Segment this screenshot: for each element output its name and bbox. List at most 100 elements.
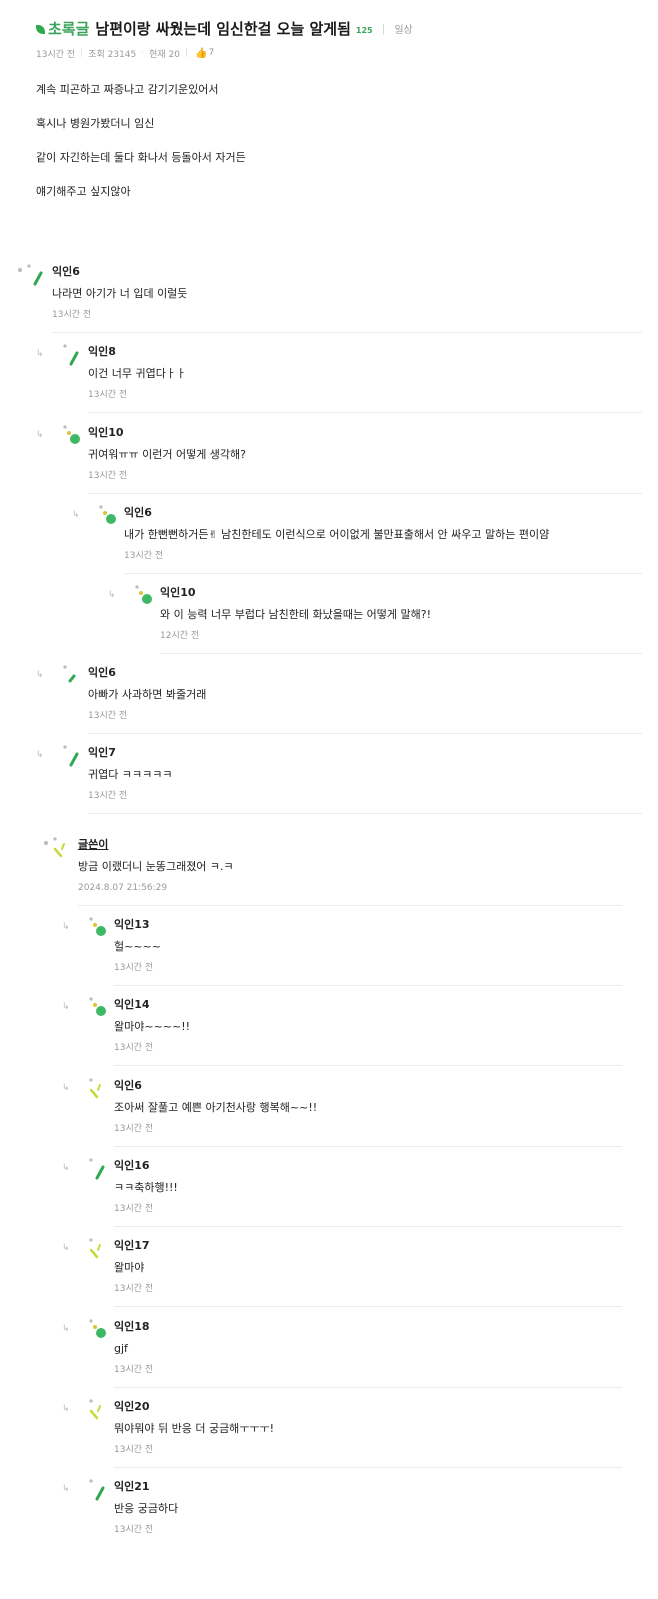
body-line: 혹시나 병원가봤더니 임신 [36,117,155,130]
comment-time: 12시간 전 [160,631,200,641]
avatar[interactable] [60,343,82,367]
reply-arrow-icon: ↳ [108,590,116,600]
comment-text: 아빠가 사과하면 봐줄거래 [88,688,207,701]
avatar[interactable] [50,836,72,860]
reply-arrow-icon: ↳ [62,1083,70,1093]
comment: 익인6 내가 한뻔뻔하거든✌ 남친한테도 이런식으로 어이없게 불만표출해서 안 … [124,506,549,562]
post-header: 초록글 남편이랑 싸웠는데 임신한걸 오늘 알게됨 125 | 일상 13시간 … [36,14,646,60]
comment-author[interactable]: 익인13 [114,918,161,932]
comment-divider [114,1467,622,1468]
avatar[interactable] [86,996,108,1020]
avatar[interactable] [96,504,118,528]
comment-author[interactable]: 익인21 [114,1480,178,1494]
comment-divider [52,332,642,333]
comment: 익인10 와 이 능력 너무 부럽다 남친한테 화났을때는 어떻게 말해?! 12시… [160,586,431,642]
comment-time: 13시간 전 [52,310,92,320]
avatar[interactable] [132,584,154,608]
comment: 익인8 이건 너무 귀엽다ㅏㅏ 13시간 전 [88,345,186,401]
divider: | [80,48,84,58]
reply-arrow-icon: ↳ [62,1002,70,1012]
divider: | [185,48,189,58]
reply-arrow-icon: ↳ [72,510,80,520]
current-viewers: 현재 20 [149,49,181,60]
comment-author[interactable]: 익인6 [88,666,206,680]
comment-text: 헐~~~~ [114,940,161,953]
comment-text: 반응 궁금하다 [114,1502,179,1515]
avatar[interactable] [86,1077,108,1101]
comment: 익인16 ㅋㅋ축하행!!! 13시간 전 [114,1159,178,1215]
comment-time: 13시간 전 [114,1445,154,1455]
op-comment: 글쓴이방금 이랬더니 눈똥그래졌어 ㅋ.ㅋ 2024.8.07 21:56:29 [78,838,234,894]
comment-author[interactable]: 익인10 [160,586,431,600]
comment-text: 귀엽다 ㅋㅋㅋㅋㅋ [88,768,173,781]
comment-divider [88,493,642,494]
comment-divider [88,412,642,413]
comment: 익인6 조아써 잘풀고 예쁜 아기천사랑 행복해~~!! 13시간 전 [114,1079,317,1135]
avatar[interactable] [60,664,82,688]
avatar[interactable] [86,1478,108,1502]
view-count: 조회 23145 [88,49,137,60]
comment-time: 13시간 전 [88,711,128,721]
comment-author[interactable]: 익인8 [88,345,186,359]
reply-arrow-icon: ↳ [62,922,70,932]
thumbs-up-icon[interactable]: 👍 [195,48,207,59]
comment-author[interactable]: 익인7 [88,746,172,760]
thread-bullet-icon [44,841,48,845]
avatar[interactable] [86,916,108,940]
category-label[interactable]: 일상 [394,21,412,36]
comment: 익인7 귀엽다 ㅋㅋㅋㅋㅋ 13시간 전 [88,746,172,802]
avatar[interactable] [86,1318,108,1342]
comment-author[interactable]: 익인14 [114,998,190,1012]
reply-arrow-icon: ↳ [62,1163,70,1173]
comment-text: ㅋㅋ축하행!!! [114,1181,178,1194]
comment-author[interactable]: 익인16 [114,1159,178,1173]
avatar[interactable] [86,1237,108,1261]
reply-arrow-icon: ↳ [62,1324,70,1334]
post-title: 남편이랑 싸웠는데 임신한걸 오늘 알게됨 [95,19,351,38]
leaf-icon [36,24,45,34]
comment: 익인20 뭐야뭐야 뒤 반응 더 궁금해ㅜㅜㅜ! 13시간 전 [114,1400,274,1456]
comment-text: 왈마야 [114,1261,145,1274]
avatar[interactable] [60,744,82,768]
post-meta: 13시간 전 | 조회 23145 · 현재 20 | 👍 7 [36,46,646,60]
comment-time: 13시간 전 [114,1124,154,1134]
comment-time: 13시간 전 [124,551,164,561]
comment: 익인21 반응 궁금하다 13시간 전 [114,1480,178,1536]
comment-time: 2024.8.07 21:56:29 [78,883,168,893]
comment-divider [78,905,622,906]
comment-text: gjf [114,1342,128,1355]
avatar[interactable] [86,1398,108,1422]
comment-time: 13시간 전 [114,963,154,973]
like-count: 7 [208,48,215,58]
comment-time: 13시간 전 [88,390,128,400]
comment-author[interactable]: 익인10 [88,426,246,440]
reply-count[interactable]: 125 [356,26,373,35]
avatar[interactable] [24,263,46,287]
comment-author[interactable]: 익인20 [114,1400,274,1414]
board-name[interactable]: 초록글 [48,18,89,39]
comment-author[interactable]: 익인18 [114,1320,153,1334]
divider: | [381,21,386,35]
comment-time: 13시간 전 [114,1043,154,1053]
comment: 익인18 gjf 13시간 전 [114,1320,153,1376]
comment-text: 이건 너무 귀엽다ㅏㅏ [88,367,187,380]
body-line: 얘기해주고 싶지않아 [36,185,131,198]
comment-author[interactable]: 익인6 [114,1079,317,1093]
avatar[interactable] [86,1157,108,1181]
avatar[interactable] [60,424,82,448]
comment-author[interactable]: 익인6 [52,265,187,279]
comment-text: 방금 이랬더니 눈똥그래졌어 ㅋ.ㅋ [78,860,234,873]
comment-divider [114,1387,622,1388]
comment-author[interactable]: 글쓴이 [78,838,234,852]
comment-divider [114,1065,622,1066]
comment: 익인13 헐~~~~ 13시간 전 [114,918,161,974]
reply-arrow-icon: ↳ [36,349,44,359]
comment-author[interactable]: 익인17 [114,1239,153,1253]
comment-divider [114,1146,622,1147]
thread-bullet-icon [18,268,22,272]
comment-author[interactable]: 익인6 [124,506,549,520]
body-line: 계속 피곤하고 짜증나고 감기기운있어서 [36,83,219,96]
reply-arrow-icon: ↳ [62,1484,70,1494]
comment: 익인6 아빠가 사과하면 봐줄거래 13시간 전 [88,666,206,722]
comment-divider [124,573,642,574]
